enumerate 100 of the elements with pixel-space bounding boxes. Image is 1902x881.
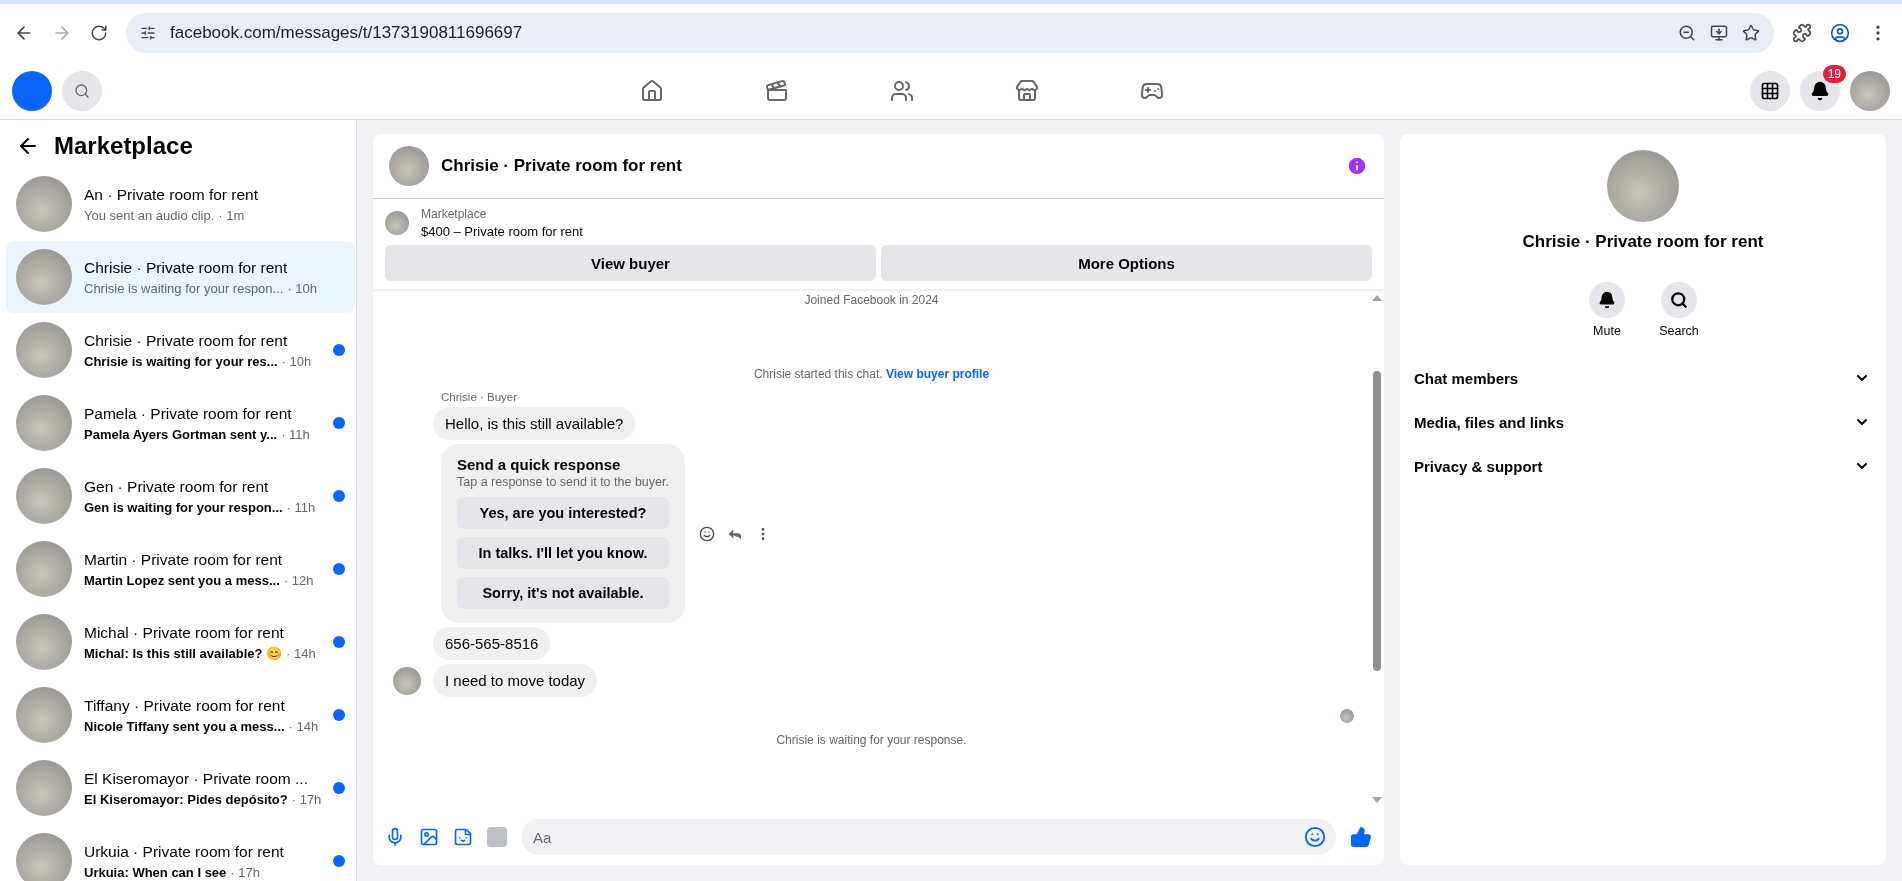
search-icon: [74, 82, 90, 99]
photo-placeholder: [16, 468, 72, 524]
photo-placeholder: [16, 176, 72, 232]
conversation-title: Martin · Private room for rent: [84, 550, 284, 569]
photo-placeholder: [16, 614, 72, 670]
conversation-title: El Kiseromayor · Private room ...: [84, 769, 309, 788]
conversation-title: Urkuia · Private room for rent: [84, 842, 285, 861]
video-icon[interactable]: [765, 78, 789, 103]
details-section[interactable]: Privacy & support: [1400, 444, 1886, 488]
conversation-preview: Urkuia: When can I see · 17h: [84, 864, 261, 880]
listing-label: Marketplace: [421, 207, 488, 221]
bell-button[interactable]: [1589, 282, 1625, 318]
conversation-preview: Pamela Ayers Gortman sent y... · 11h: [84, 426, 311, 442]
buyer-profile-link[interactable]: View buyer profile: [885, 367, 990, 381]
unread-dot: [333, 855, 346, 867]
unread-dot: [333, 709, 346, 721]
smiley-icon[interactable]: [698, 525, 715, 542]
conversation-title: An · Private room for rent: [84, 185, 259, 204]
chat-notice: Chrisie started this chat. View buyer profile: [752, 367, 991, 381]
thumbs-up-icon[interactable]: [1350, 826, 1372, 848]
microphone-icon[interactable]: [385, 827, 405, 847]
conversation-item[interactable]: Martin · Private room for rent Martin Lopez sent you a mess... · 12h: [6, 533, 356, 605]
avatar-photo-placeholder: [393, 666, 421, 695]
bell-icon: [1598, 291, 1616, 309]
conversation-item[interactable]: Urkuia · Private room for rent Urkuia: When can I see · 17h: [6, 825, 356, 881]
chat-notice: Joined Facebook in 2024: [803, 293, 940, 307]
action-label: Mute: [1593, 324, 1621, 338]
photo-placeholder: [389, 146, 429, 186]
conversation-preview: El Kiseromayor: Pides depósito? · 17h: [84, 791, 322, 807]
quick-response-button[interactable]: Yes, are you interested?: [457, 497, 669, 529]
bookmark-star-icon[interactable]: [1742, 24, 1760, 42]
conversation-title: Chrisie · Private room for rent: [84, 258, 289, 277]
action-button[interactable]: View buyer: [385, 245, 876, 281]
profile-icon[interactable]: [1830, 23, 1850, 43]
install-icon[interactable]: [1710, 24, 1728, 42]
unread-dot: [333, 417, 346, 429]
site-settings-icon[interactable]: [140, 25, 156, 41]
menu-grid-button[interactable]: [1750, 70, 1790, 111]
photo-placeholder: [16, 760, 72, 816]
quick-response-button[interactable]: Sorry, it's not available.: [457, 577, 669, 609]
photo-placeholder: [16, 541, 72, 597]
conversation-title: Gen · Private room for rent: [84, 477, 270, 496]
conversation-preview: Michal: Is this still available? 😊 · 14h: [84, 645, 317, 661]
message-bubble: Hello, is this still available?: [433, 407, 636, 440]
zoom-out-icon[interactable]: [1678, 24, 1696, 42]
people-icon[interactable]: [890, 78, 914, 103]
photo-placeholder: [16, 833, 72, 881]
extensions-icon[interactable]: [1792, 23, 1812, 43]
store-icon[interactable]: [1015, 78, 1039, 103]
search-button[interactable]: [1661, 282, 1697, 318]
conversation-preview: Martin Lopez sent you a mess... · 12h: [84, 572, 315, 588]
conversation-item[interactable]: Michal · Private room for rent Michal: Is this still available? 😊 · 14h: [6, 606, 356, 678]
unread-dot: [333, 782, 346, 794]
photo-placeholder: [16, 249, 72, 305]
photo-placeholder: [16, 322, 72, 378]
logo-circle[interactable]: [12, 70, 52, 111]
details-section[interactable]: Media, files and links: [1400, 400, 1886, 444]
photo-placeholder: [16, 687, 72, 743]
search-icon: [1670, 291, 1688, 309]
details-section[interactable]: Chat members: [1400, 356, 1886, 400]
quick-response-button[interactable]: In talks. I'll let you know.: [457, 537, 669, 569]
action-label: Search: [1659, 324, 1699, 338]
notification-count: 19: [1822, 64, 1846, 83]
conversation-title: Michal · Private room for rent: [84, 623, 285, 642]
photo-placeholder: [385, 211, 409, 235]
conversation-item[interactable]: El Kiseromayor · Private room ... El Kiseromayor: Pides depósito? · 17h: [6, 752, 356, 824]
sticker-icon[interactable]: [453, 827, 473, 847]
conversation-item[interactable]: Chrisie · Private room for rent Chrisie is waiting for your res... · 10h: [6, 314, 356, 386]
conversation-preview: You sent an audio clip. · 1m: [84, 207, 246, 223]
address-bar[interactable]: facebook.com/messages/t/1373190811696697: [126, 13, 1774, 53]
action-button[interactable]: More Options: [881, 245, 1372, 281]
account-avatar[interactable]: [1850, 70, 1890, 111]
info-icon[interactable]: [1346, 155, 1368, 177]
message-field[interactable]: Aa: [521, 819, 1336, 855]
unread-dot: [333, 490, 346, 502]
conversation-item[interactable]: Pamela · Private room for rent Pamela Ayers Gortman sent y... · 11h: [6, 387, 356, 459]
chat-title: Chrisie · Private room for rent: [441, 156, 683, 176]
unread-dot: [333, 344, 346, 356]
conversation-title: Pamela · Private room for rent: [84, 404, 293, 423]
image-icon[interactable]: [419, 827, 439, 847]
grid-icon: [1760, 80, 1780, 101]
conversation-item[interactable]: Chrisie · Private room for rent Chrisie is waiting for your respon... · 10h: [6, 241, 356, 313]
photo-placeholder: [16, 395, 72, 451]
conversation-preview: Chrisie is waiting for your respon... · 10h: [84, 280, 319, 296]
conversation-item[interactable]: An · Private room for rent You sent an audio clip. · 1m: [6, 168, 356, 240]
home-icon[interactable]: [640, 78, 664, 103]
notifications-button[interactable]: [1800, 70, 1840, 111]
conversation-preview: Gen is waiting for your respon... · 11h: [84, 499, 317, 515]
details-title: Chrisie · Private room for rent: [1522, 232, 1764, 252]
conversation-title: Tiffany · Private room for rent: [84, 696, 286, 715]
listing-title: $400 – Private room for rent: [421, 224, 583, 239]
bell-icon: [1810, 80, 1830, 101]
conversation-item[interactable]: Tiffany · Private room for rent Nicole Tiffany sent you a mess... · 14h: [6, 679, 356, 751]
conversation-preview: Nicole Tiffany sent you a mess... · 14h: [84, 718, 320, 734]
reload-icon[interactable]: [90, 24, 108, 42]
conversation-title: Chrisie · Private room for rent: [84, 331, 289, 350]
sender-label: Chrisie · Buyer: [441, 391, 519, 403]
emoji-icon[interactable]: [1304, 826, 1326, 848]
unread-dot: [333, 636, 346, 648]
conversation-item[interactable]: Gen · Private room for rent Gen is waiting for your respon... · 11h: [6, 460, 356, 532]
